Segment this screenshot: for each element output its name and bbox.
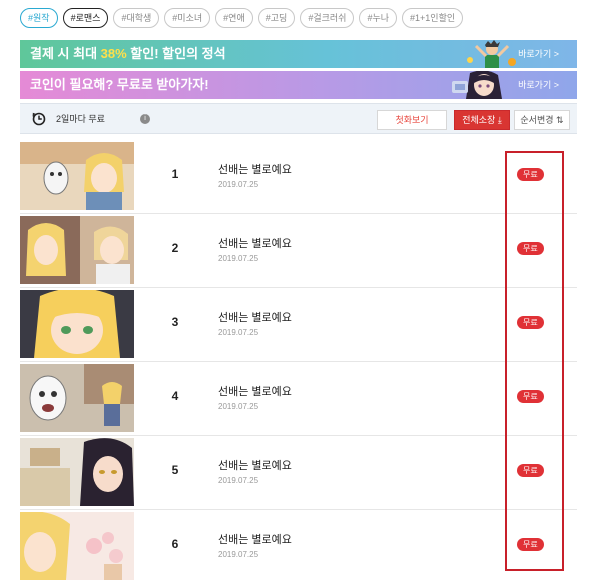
download-icon: ⤓ [497,115,502,125]
episode-title[interactable]: 선배는 별로예요 [218,161,292,177]
free-badge: 무료 [517,538,544,551]
episode-date: 2019.07.25 [218,476,259,485]
tag-0[interactable]: #원작 [20,8,58,28]
tag-filter-row: #원작 #로맨스 #대학생 #미소녀 #연애 #고딩 #걸크러쉬 #누나 #1+… [20,8,464,28]
discount-banner-text: 결제 시 최대 38% 할인! 할인의 정석 [30,46,226,61]
tag-4[interactable]: #연애 [215,8,253,28]
episode-thumbnail [20,364,134,432]
info-icon[interactable]: i [140,114,150,124]
episode-thumbnail [20,216,134,284]
free-badge: 무료 [517,242,544,255]
episode-thumbnail [20,142,134,210]
episode-title[interactable]: 선배는 별로예요 [218,309,292,325]
episode-toolbar: 2일마다 무료 i 첫화보기 전체소장 ⤓ 순서변경 ⇅ [20,103,577,134]
sort-icon: ⇅ [556,115,564,125]
tag-1[interactable]: #로맨스 [62,8,109,28]
episode-title[interactable]: 선배는 별로예요 [218,457,292,473]
tag-6[interactable]: #걸크러쉬 [300,8,355,28]
free-badge: 무료 [517,390,544,403]
episode-date: 2019.07.25 [218,550,259,559]
episode-thumbnail [20,290,134,358]
episode-row[interactable]: 4 선배는 별로예요 2019.07.25 무료 [20,362,577,436]
episode-number: 4 [171,389,179,403]
free-badge: 무료 [517,464,544,477]
episode-number: 2 [171,241,179,255]
free-period-label: 2일마다 무료 [56,114,105,124]
episode-number: 5 [171,463,179,477]
episode-row[interactable]: 2 선배는 별로예요 2019.07.25 무료 [20,214,577,288]
tag-3[interactable]: #미소녀 [164,8,211,28]
first-episode-button[interactable]: 첫화보기 [377,110,447,130]
episode-date: 2019.07.25 [218,180,259,189]
buy-all-button[interactable]: 전체소장 ⤓ [454,110,510,130]
girl-character-art [452,71,502,99]
discount-banner-link[interactable]: 바로가기 > [518,40,559,68]
free-coin-banner[interactable]: 코인이 필요해? 무료로 받아가자! 바로가기 > [20,71,577,99]
tag-2[interactable]: #대학생 [113,8,160,28]
episode-number: 3 [171,315,179,329]
tag-5[interactable]: #고딩 [257,8,296,28]
tag-7[interactable]: #누나 [359,8,398,28]
episode-row[interactable]: 5 선배는 별로예요 2019.07.25 무료 [20,436,577,510]
episode-row[interactable]: 6 선배는 별로예요 2019.07.25 무료 [20,510,577,584]
episode-row[interactable]: 1 선배는 별로예요 2019.07.25 무료 [20,140,577,214]
episode-number: 1 [171,167,179,181]
episode-date: 2019.07.25 [218,328,259,337]
episode-title[interactable]: 선배는 별로예요 [218,383,292,399]
episode-title[interactable]: 선배는 별로예요 [218,531,292,547]
free-coin-banner-link[interactable]: 바로가기 > [518,71,559,99]
episode-thumbnail [20,438,134,506]
episode-date: 2019.07.25 [218,254,259,263]
discount-banner[interactable]: 결제 시 최대 38% 할인! 할인의 정석 바로가기 > [20,40,577,68]
episode-list: 1 선배는 별로예요 2019.07.25 무료 2 선배는 별로예요 2019… [20,140,577,584]
episode-date: 2019.07.25 [218,402,259,411]
free-badge: 무료 [517,168,544,181]
free-coin-banner-text: 코인이 필요해? 무료로 받아가자! [30,77,209,92]
sort-order-button[interactable]: 순서변경 ⇅ [514,110,570,130]
episode-number: 6 [171,537,179,551]
episode-thumbnail [20,512,134,580]
clock-icon [32,112,46,126]
tag-8[interactable]: #1+1인할인 [402,8,464,28]
episode-row[interactable]: 3 선배는 별로예요 2019.07.25 무료 [20,288,577,362]
episode-title[interactable]: 선배는 별로예요 [218,235,292,251]
free-badge: 무료 [517,316,544,329]
